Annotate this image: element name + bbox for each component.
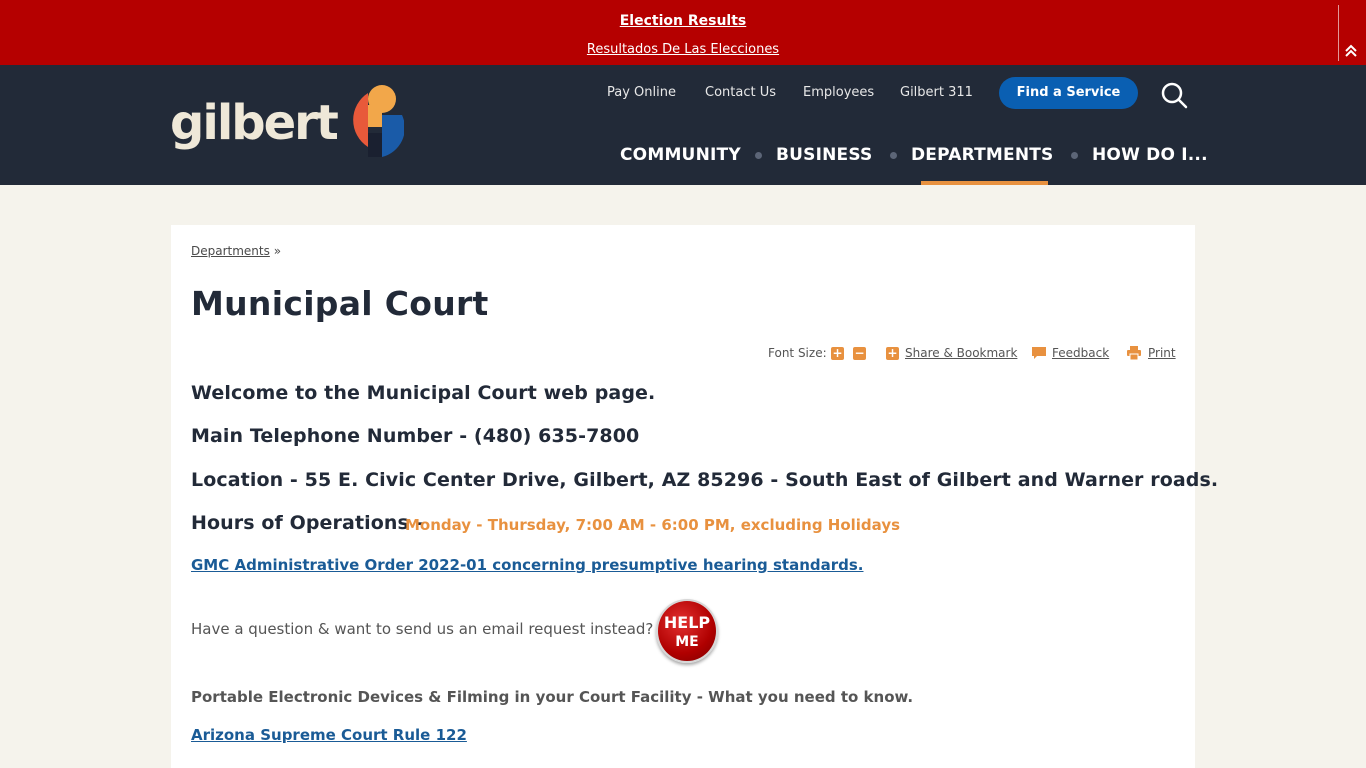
find-a-service-button[interactable]: Find a Service <box>999 77 1138 109</box>
supreme-court-rule-link[interactable]: Arizona Supreme Court Rule 122 <box>191 726 467 744</box>
share-plus-icon[interactable]: + <box>886 347 899 360</box>
font-increase-icon[interactable]: + <box>831 347 844 360</box>
feedback-icon[interactable] <box>1031 346 1047 360</box>
employees-link[interactable]: Employees <box>803 85 874 100</box>
hours-detail: Monday - Thursday, 7:00 AM - 6:00 PM, ex… <box>405 516 901 534</box>
help-me-label-bottom: ME <box>675 634 699 650</box>
feedback-link[interactable]: Feedback <box>1052 346 1109 360</box>
double-chevron-up-icon[interactable] <box>1342 40 1360 60</box>
portable-devices-text: Portable Electronic Devices & Filming in… <box>191 688 914 706</box>
gilbert-logo[interactable]: gilbert <box>170 85 405 163</box>
breadcrumb-departments-link[interactable]: Departments <box>191 244 270 258</box>
nav-separator-dot <box>755 152 762 159</box>
election-results-link[interactable]: Election Results <box>0 13 1366 29</box>
nav-how-do-i[interactable]: HOW DO I... <box>1092 145 1208 165</box>
share-bookmark-link[interactable]: Share & Bookmark <box>905 346 1017 360</box>
email-question-text: Have a question & want to send us an ema… <box>191 620 654 638</box>
print-link[interactable]: Print <box>1148 346 1176 360</box>
alert-divider <box>1338 5 1339 61</box>
contact-us-link[interactable]: Contact Us <box>705 85 776 100</box>
nav-separator-dot <box>890 152 897 159</box>
nav-business[interactable]: BUSINESS <box>776 145 873 165</box>
welcome-heading: Welcome to the Municipal Court web page. <box>191 382 656 404</box>
search-icon[interactable] <box>1160 81 1188 109</box>
hours-heading: Hours of Operations - <box>191 512 424 534</box>
nav-community[interactable]: COMMUNITY <box>620 145 741 165</box>
help-me-button[interactable]: HELP ME <box>656 599 718 663</box>
font-size-label: Font Size: <box>768 346 827 360</box>
pay-online-link[interactable]: Pay Online <box>607 85 676 100</box>
logo-text: gilbert <box>170 95 339 151</box>
help-me-label-top: HELP <box>663 613 711 632</box>
font-decrease-icon[interactable]: − <box>853 347 866 360</box>
logo-mark-icon <box>353 85 404 157</box>
nav-departments[interactable]: DEPARTMENTS <box>911 145 1054 165</box>
page-title: Municipal Court <box>191 284 489 323</box>
nav-active-indicator <box>921 181 1048 185</box>
phone-heading: Main Telephone Number - (480) 635-7800 <box>191 425 640 447</box>
admin-order-link[interactable]: GMC Administrative Order 2022-01 concern… <box>191 556 864 574</box>
location-heading: Location - 55 E. Civic Center Drive, Gil… <box>191 469 1219 491</box>
gilbert-311-link[interactable]: Gilbert 311 <box>900 85 973 100</box>
print-icon[interactable] <box>1127 346 1141 360</box>
election-results-spanish-link[interactable]: Resultados De Las Elecciones <box>0 42 1366 57</box>
breadcrumb: Departments » <box>191 244 281 258</box>
nav-separator-dot <box>1071 152 1078 159</box>
breadcrumb-separator: » <box>273 244 282 258</box>
